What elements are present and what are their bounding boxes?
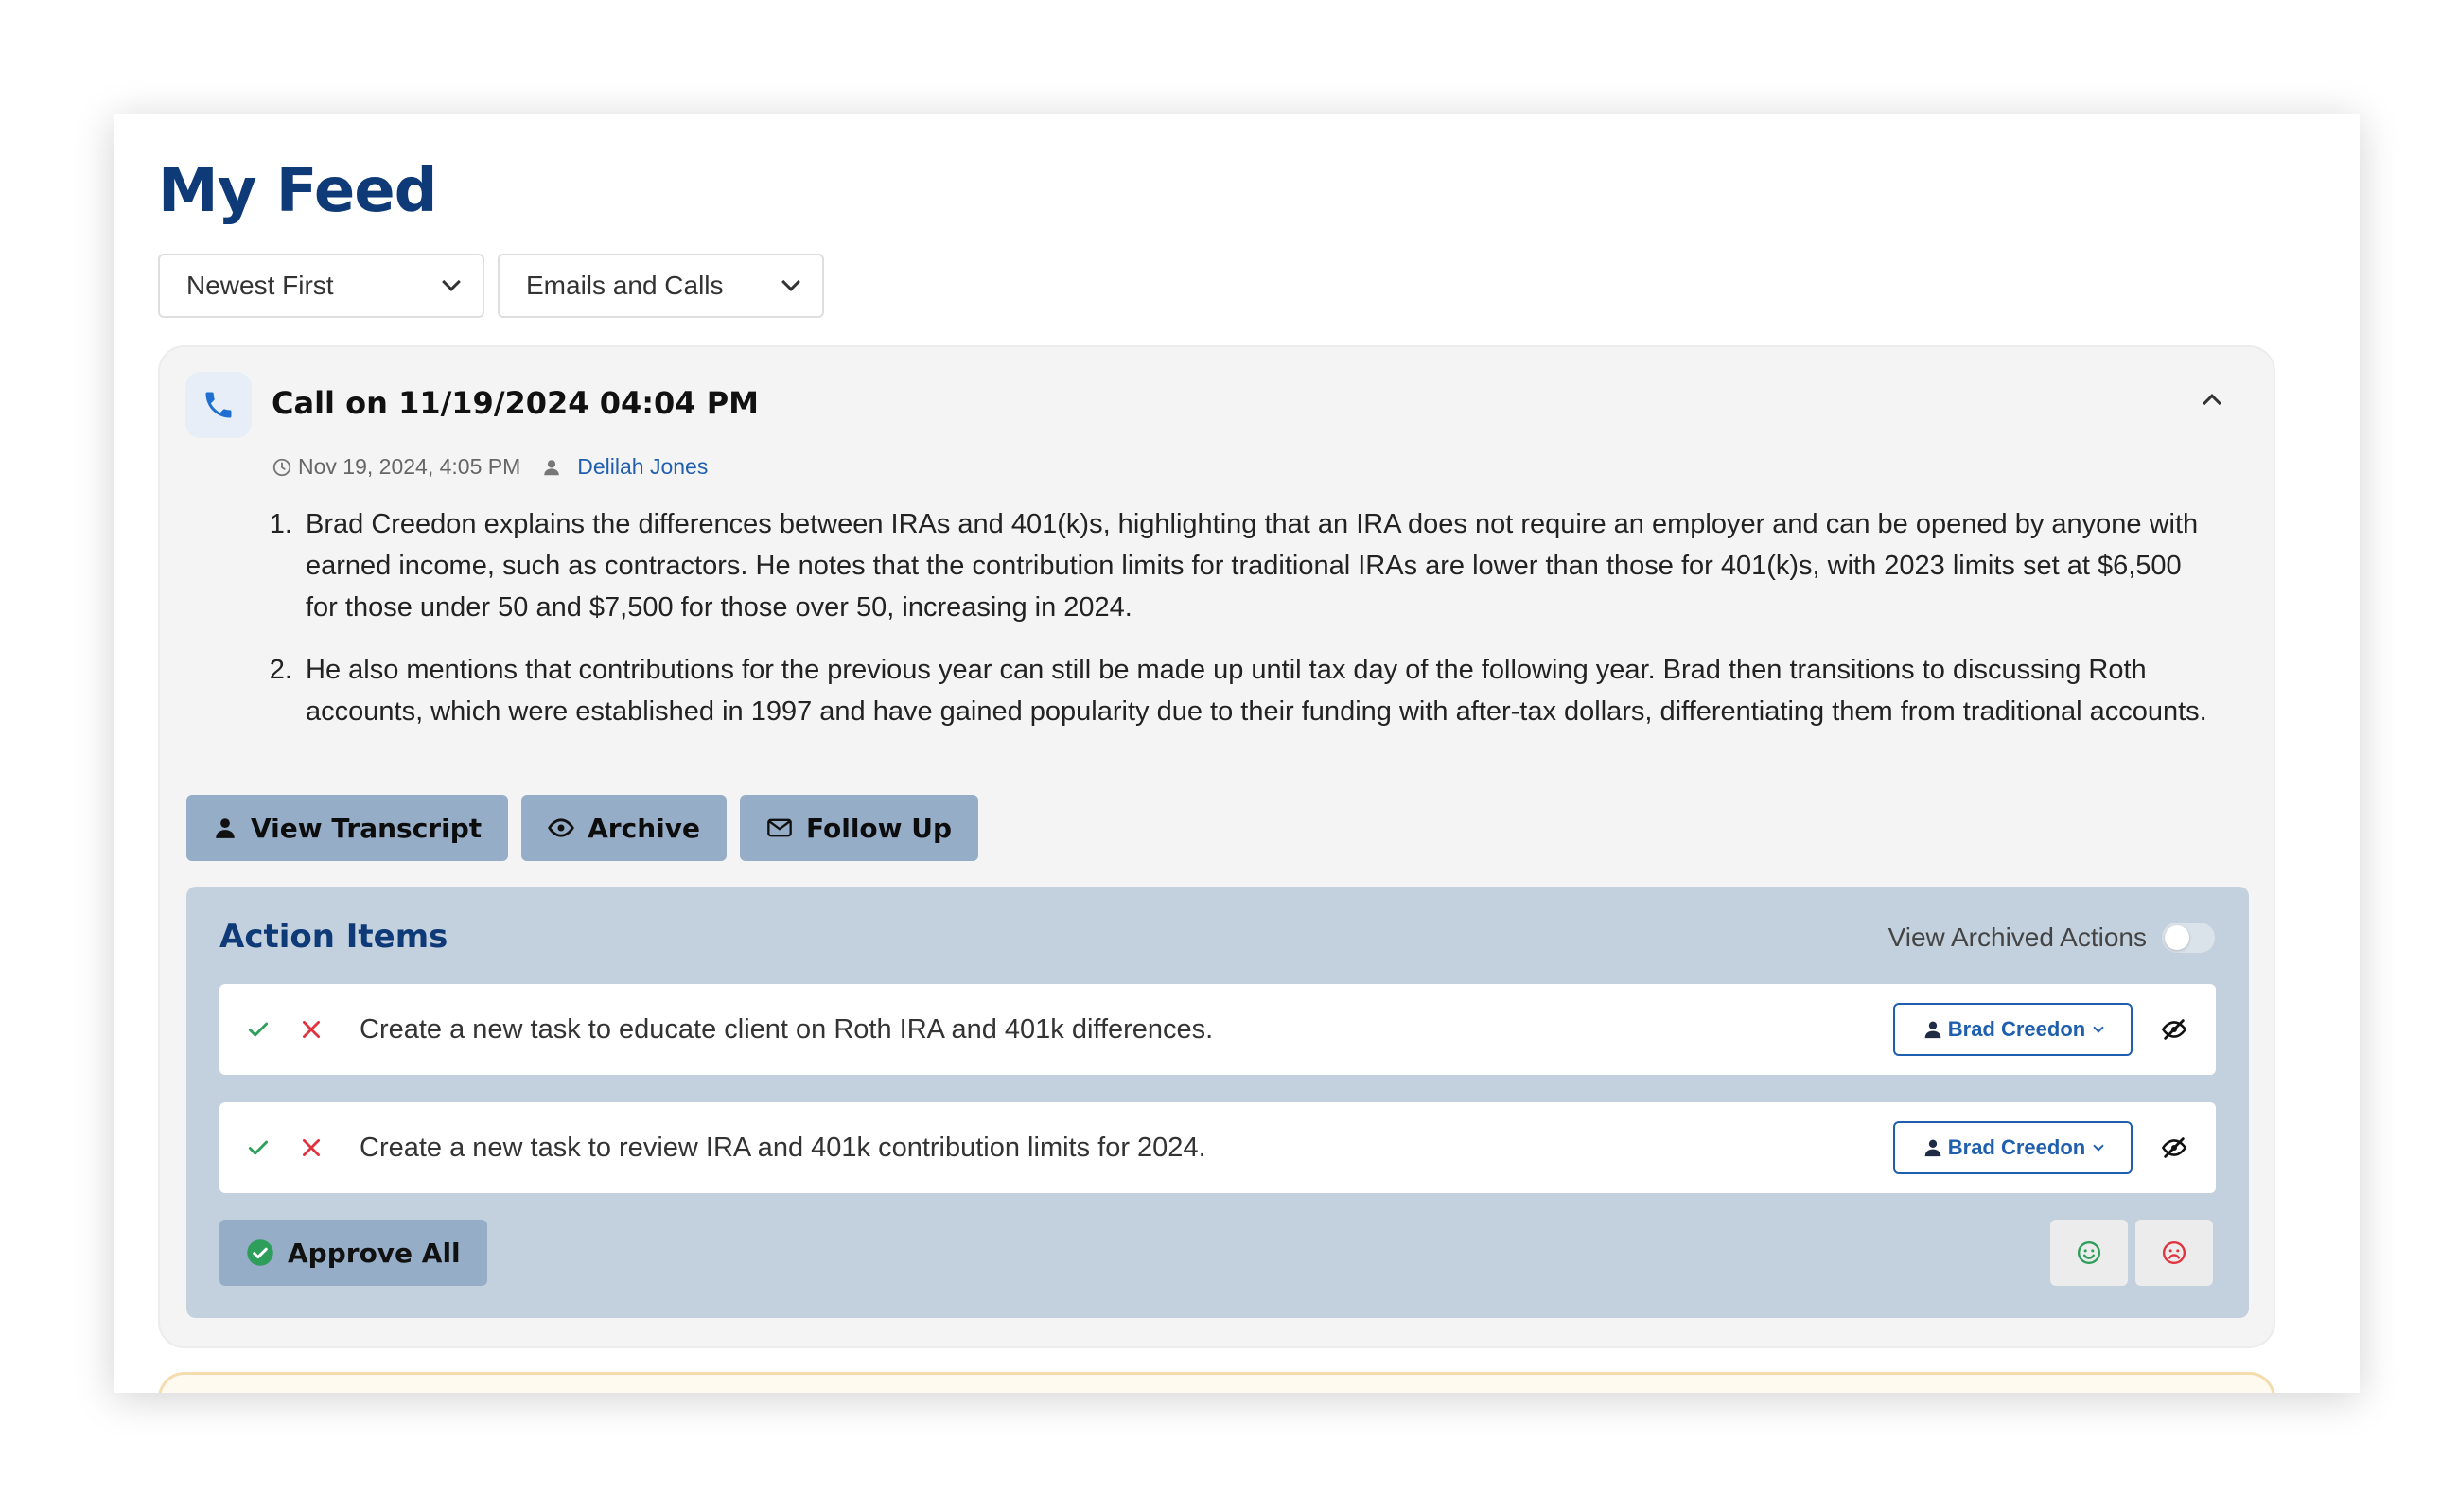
approve-all-button[interactable]: Approve All	[219, 1220, 487, 1286]
user-icon	[544, 459, 560, 475]
follow-up-label: Follow Up	[806, 812, 953, 844]
action-items-title: Action Items	[219, 918, 448, 956]
view-archived-toggle[interactable]	[2162, 923, 2215, 953]
user-icon	[1924, 1021, 1941, 1039]
assignee-name: Brad Creedon	[1947, 1017, 2086, 1041]
assignee-select[interactable]: Brad Creedon	[1893, 1003, 2133, 1056]
filter-bar: Newest First Emails and Calls	[158, 254, 824, 318]
summary-item: Brad Creedon explains the differences be…	[300, 503, 2221, 628]
assignee-name: Brad Creedon	[1947, 1135, 2086, 1159]
chevron-down-icon	[442, 273, 461, 291]
feed-card-call: Call on 11/19/2024 04:04 PM Nov 19, 2024…	[158, 345, 2275, 1348]
envelope-icon	[767, 818, 792, 837]
clock-icon	[272, 458, 291, 476]
sort-select-value: Newest First	[186, 271, 334, 300]
eye-icon	[548, 818, 575, 837]
close-icon[interactable]	[299, 1017, 324, 1042]
call-actions: View Transcript Archive Follow Up	[186, 795, 979, 861]
archive-label: Archive	[588, 812, 700, 844]
check-icon[interactable]	[246, 1135, 271, 1160]
frown-icon	[2162, 1240, 2186, 1265]
user-icon	[1924, 1139, 1941, 1157]
call-title: Call on 11/19/2024 04:04 PM	[272, 385, 759, 421]
call-author-link[interactable]: Delilah Jones	[577, 454, 708, 480]
action-item-row: Create a new task to educate client on R…	[219, 984, 2216, 1075]
smile-icon	[2077, 1240, 2101, 1265]
user-icon	[216, 818, 235, 838]
assignee-select[interactable]: Brad Creedon	[1893, 1121, 2133, 1174]
action-item-text: Create a new task to review IRA and 401k…	[360, 1132, 1206, 1163]
phone-icon	[185, 372, 252, 438]
eye-off-icon[interactable]	[2161, 1134, 2187, 1161]
feed-card-next	[158, 1372, 2275, 1393]
chevron-down-icon	[781, 273, 800, 291]
view-transcript-label: View Transcript	[251, 812, 483, 844]
check-icon[interactable]	[246, 1017, 271, 1042]
chevron-down-icon	[2093, 1139, 2104, 1152]
close-icon[interactable]	[299, 1135, 324, 1160]
call-meta: Nov 19, 2024, 4:05 PM Delilah Jones	[272, 454, 708, 480]
chevron-down-icon	[2093, 1021, 2104, 1033]
page-title: My Feed	[158, 156, 437, 226]
summary-item: He also mentions that contributions for …	[300, 649, 2221, 732]
eye-off-icon[interactable]	[2161, 1016, 2187, 1043]
thumbs-up-feedback-button[interactable]	[2050, 1220, 2128, 1286]
view-archived-actions: View Archived Actions	[1888, 923, 2215, 953]
archive-button[interactable]: Archive	[521, 795, 727, 861]
chevron-up-icon[interactable]	[2203, 394, 2221, 413]
type-filter-value: Emails and Calls	[526, 271, 724, 300]
view-transcript-button[interactable]: View Transcript	[186, 795, 509, 861]
view-archived-label: View Archived Actions	[1887, 923, 2147, 952]
action-items-panel: Action Items View Archived Actions Creat…	[186, 887, 2249, 1318]
approve-all-label: Approve All	[288, 1237, 461, 1269]
type-filter-select[interactable]: Emails and Calls	[498, 254, 824, 318]
call-timestamp: Nov 19, 2024, 4:05 PM	[298, 454, 521, 479]
action-item-text: Create a new task to educate client on R…	[360, 1013, 1214, 1045]
app-window: My Feed Newest First Emails and Calls Ca…	[114, 114, 2360, 1393]
sort-select[interactable]: Newest First	[158, 254, 484, 318]
action-item-row: Create a new task to review IRA and 401k…	[219, 1102, 2216, 1193]
check-circle-icon	[247, 1239, 273, 1266]
follow-up-button[interactable]: Follow Up	[740, 795, 979, 861]
thumbs-down-feedback-button[interactable]	[2135, 1220, 2213, 1286]
call-summary: Brad Creedon explains the differences be…	[272, 503, 2221, 753]
